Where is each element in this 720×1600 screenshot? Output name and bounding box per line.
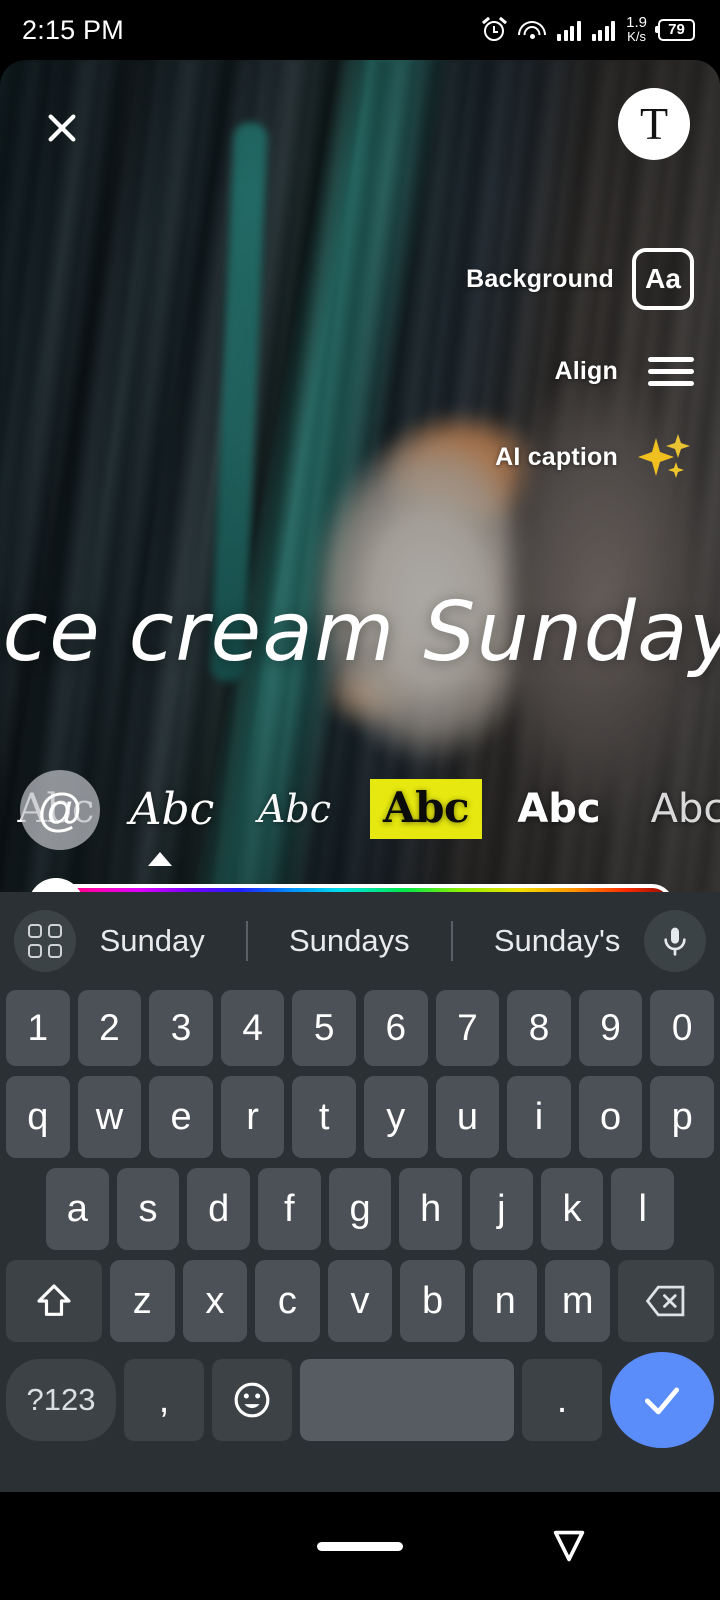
checkmark-icon[interactable] [610,1352,714,1448]
font-option-4[interactable]: Abc [495,786,623,832]
key-u[interactable]: u [435,1076,500,1158]
aa-box-text: Aa [645,263,681,294]
align-lines-icon[interactable] [636,348,694,394]
keyboard-row-numbers: 1 2 3 4 5 6 7 8 9 0 [0,990,720,1066]
suggestion-divider [245,921,248,961]
mention-button[interactable]: @ [20,770,100,850]
key-x[interactable]: x [182,1260,248,1342]
font-option-3-label: Abc [369,779,483,839]
key-t[interactable]: t [292,1076,356,1158]
suggestion-0[interactable]: Sunday [94,923,211,959]
sparkles-icon[interactable] [636,432,694,482]
key-n[interactable]: n [472,1260,538,1342]
suggestion-2[interactable]: Sunday's [488,923,627,959]
key-8[interactable]: 8 [507,990,571,1066]
key-a[interactable]: a [45,1168,109,1250]
status-icons: 1.9 K/s 79 [482,15,698,44]
key-m[interactable]: m [545,1260,611,1342]
key-i[interactable]: i [507,1076,571,1158]
key-5[interactable]: 5 [292,990,356,1066]
close-button[interactable] [38,104,86,152]
key-w[interactable]: w [77,1076,142,1158]
key-r[interactable]: r [220,1076,285,1158]
key-e[interactable]: e [149,1076,213,1158]
key-6[interactable]: 6 [364,990,428,1066]
space-key[interactable] [300,1359,514,1441]
text-tool-label: T [639,98,669,149]
symbols-key[interactable]: ?123 [6,1359,116,1441]
background-label: Background [466,264,614,293]
key-l[interactable]: l [611,1168,675,1250]
font-style-strip[interactable]: Abc Abc Abc Abc Abc Abc A [0,765,720,853]
key-c[interactable]: c [255,1260,320,1342]
key-d[interactable]: d [187,1168,250,1250]
keyboard-row-top: q w e r t y u i o p [0,1076,720,1158]
wifi-icon [518,19,547,41]
align-control[interactable]: Align [274,348,694,394]
status-bar: 2:15 PM 1.9 K/s 79 [0,0,720,60]
suggestion-bar: Sunday Sundays Sunday's [0,892,720,990]
network-speed: 1.9 K/s [626,15,647,44]
text-tool-button[interactable]: T [618,88,690,160]
keyboard: Sunday Sundays Sunday's 1 2 3 4 5 6 7 8 [0,892,720,1492]
emoji-icon[interactable] [212,1359,292,1441]
font-selected-indicator [148,852,172,866]
key-y[interactable]: y [364,1076,428,1158]
key-2[interactable]: 2 [77,990,142,1066]
grid-icon[interactable] [14,910,76,972]
key-f[interactable]: f [258,1168,321,1250]
key-p[interactable]: p [650,1076,714,1158]
key-b[interactable]: b [400,1260,465,1342]
key-j[interactable]: j [470,1168,533,1250]
key-h[interactable]: h [399,1168,463,1250]
font-option-2[interactable]: Abc [232,787,357,831]
keyboard-row-bottom-letters: z x c v b n m [0,1260,720,1342]
font-option-5[interactable]: Abc [623,786,720,832]
hide-keyboard-icon[interactable] [546,1523,592,1569]
font-option-3-selected[interactable]: Abc [357,779,495,839]
battery-level: 79 [668,21,685,39]
keyboard-row-function: ?123 , . [0,1352,720,1448]
comma-key[interactable]: , [124,1359,204,1441]
ai-caption-control[interactable]: AI caption [274,432,694,482]
key-4[interactable]: 4 [220,990,285,1066]
photo-editor-canvas[interactable]: T Background Aa Align AI caption Ice cre… [0,60,720,892]
key-q[interactable]: q [6,1076,70,1158]
font-option-1[interactable]: Abc [112,784,232,835]
key-s[interactable]: s [116,1168,180,1250]
key-7[interactable]: 7 [435,990,500,1066]
key-3[interactable]: 3 [149,990,213,1066]
align-label: Align [554,356,618,385]
key-k[interactable]: k [540,1168,604,1250]
background-control[interactable]: Background Aa [274,248,694,310]
navigation-bar [0,1492,720,1600]
aa-box-icon[interactable]: Aa [632,248,694,310]
status-time: 2:15 PM [22,14,124,45]
signal-bars-icon [557,19,581,41]
keyboard-row-home: a s d f g h j k l [0,1168,720,1250]
suggestion-list: Sunday Sundays Sunday's [76,921,644,961]
suggestion-1[interactable]: Sundays [283,923,416,959]
home-pill[interactable] [317,1541,403,1551]
key-g[interactable]: g [328,1168,392,1250]
alarm-icon [482,17,508,42]
battery-icon: 79 [655,18,698,41]
period-key[interactable]: . [522,1359,602,1441]
key-v[interactable]: v [327,1260,393,1342]
microphone-icon[interactable] [644,910,706,972]
backspace-icon[interactable] [618,1260,715,1342]
shift-icon[interactable] [5,1260,102,1342]
key-9[interactable]: 9 [578,990,643,1066]
signal-bars-icon-2 [591,19,616,41]
editor-side-controls: Background Aa Align AI caption [274,248,694,520]
network-speed-unit: K/s [627,28,646,44]
key-0[interactable]: 0 [650,990,714,1066]
color-slider[interactable] [34,884,674,892]
key-o[interactable]: o [578,1076,643,1158]
key-1[interactable]: 1 [6,990,70,1066]
key-z[interactable]: z [109,1260,175,1342]
phone-screen: 2:15 PM 1.9 K/s 79 T Background Aa Align… [0,0,720,1600]
suggestion-divider-2 [450,921,453,961]
ai-caption-label: AI caption [495,442,618,471]
